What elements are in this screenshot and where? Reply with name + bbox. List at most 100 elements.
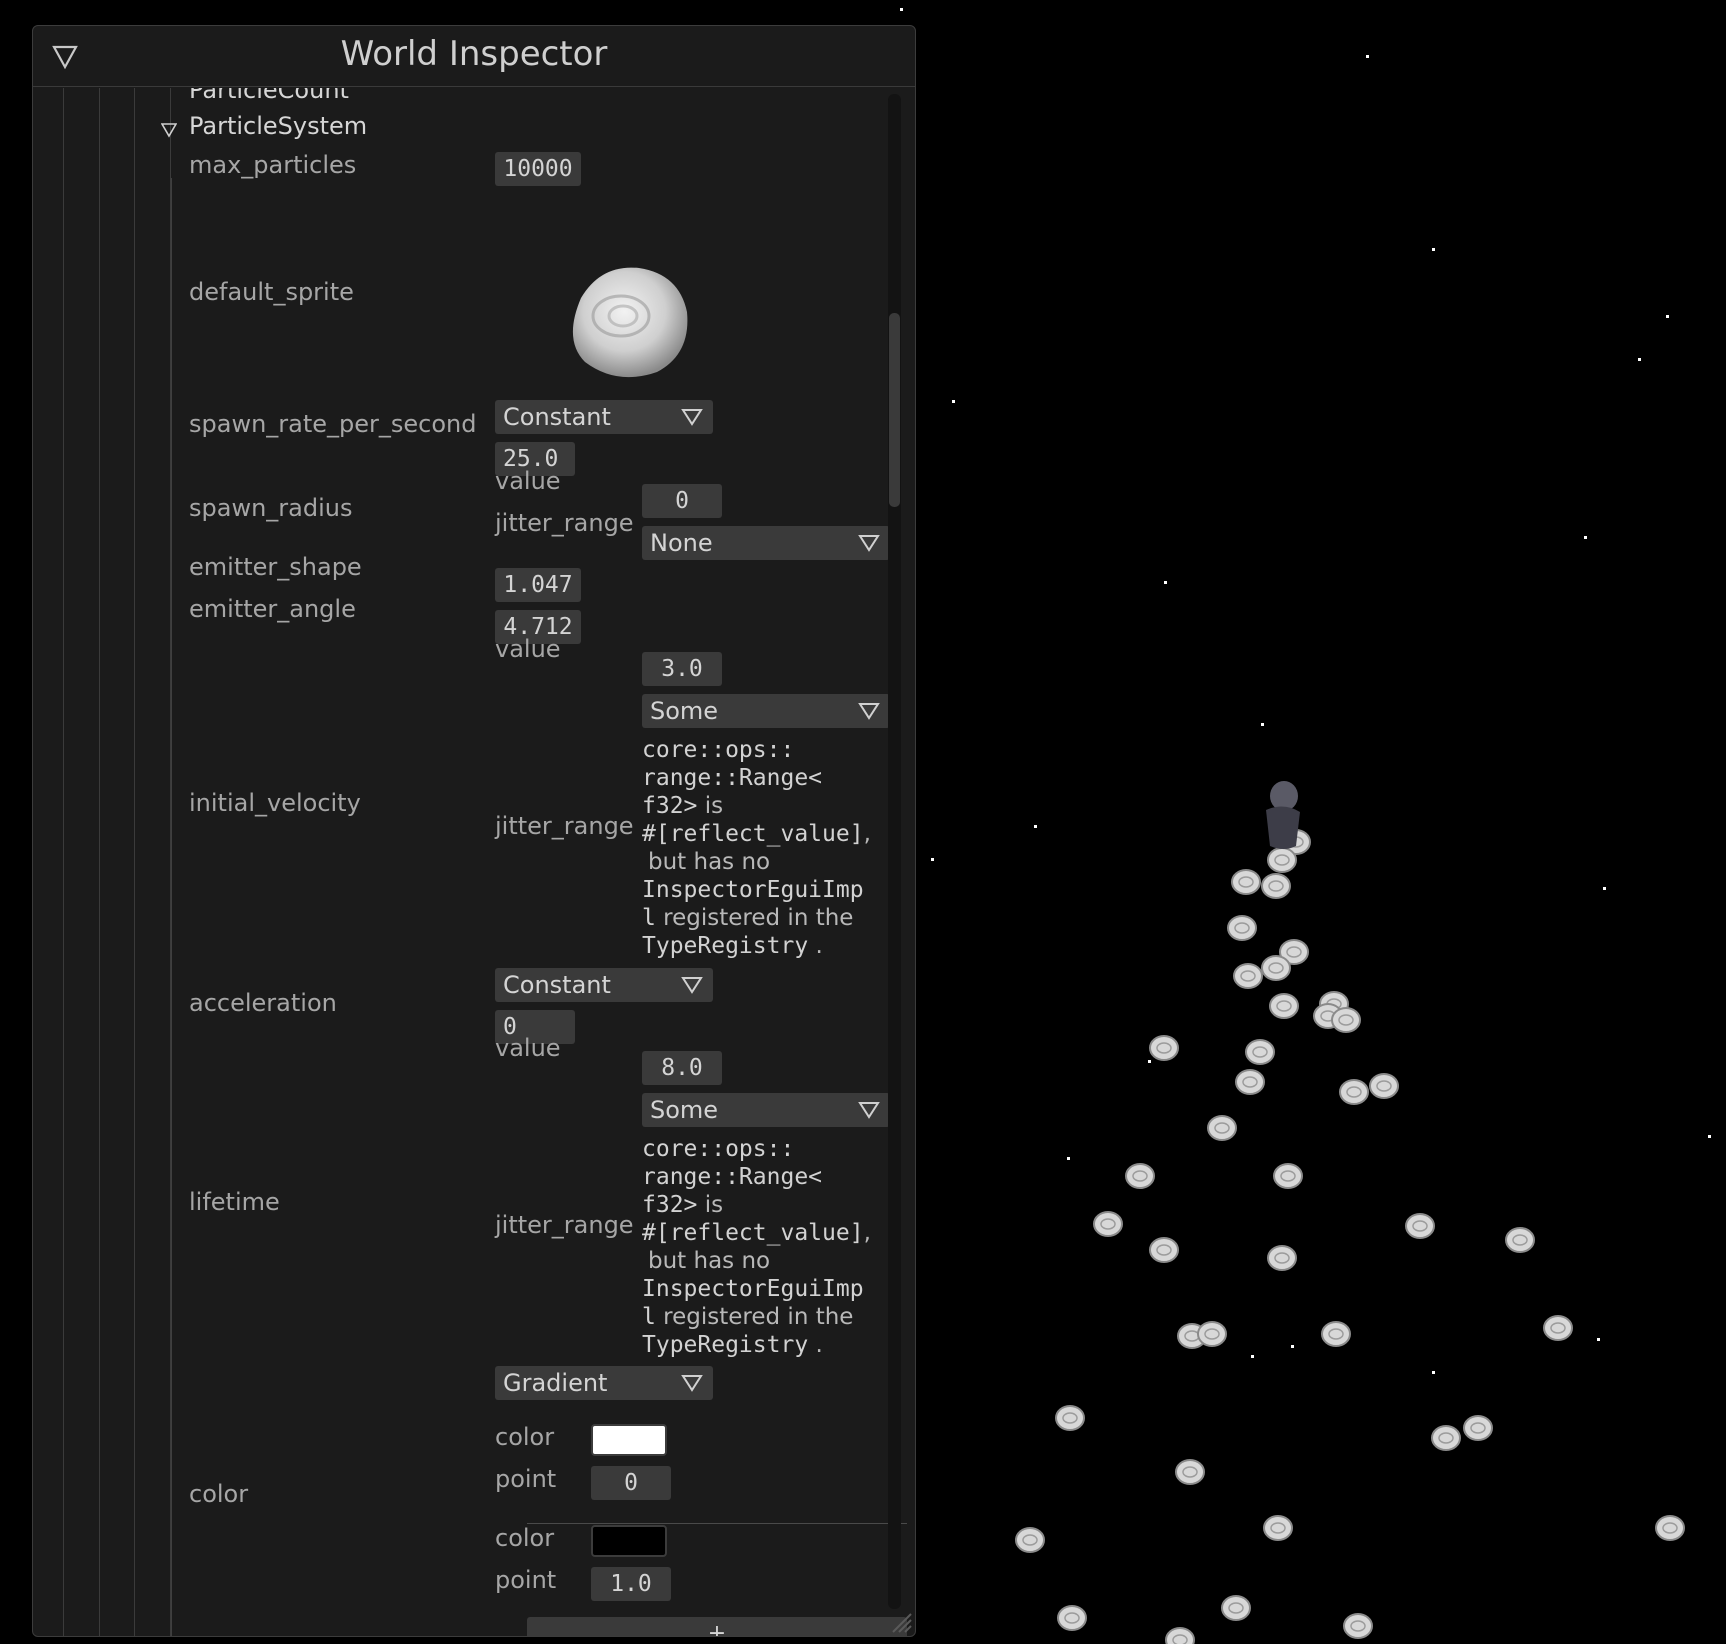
emitter-shape-label: emitter_shape: [189, 553, 362, 581]
color-mode-value: Gradient: [503, 1369, 608, 1397]
particle-sprite: [1273, 1163, 1303, 1189]
gradient-stop-point-input[interactable]: 1.0: [591, 1567, 671, 1601]
lifetime-value-input[interactable]: 8.0: [642, 1051, 722, 1085]
tree-guide-line: [134, 88, 135, 1636]
spawn-rate-mode-dropdown[interactable]: Constant: [495, 400, 713, 434]
particle-sprite: [1149, 1237, 1179, 1263]
gradient-stop-point-input[interactable]: 0: [591, 1466, 671, 1500]
player-character: [1266, 781, 1300, 849]
spawn-radius-jitter-label: jitter_range: [495, 509, 634, 537]
particle-sprite: [1331, 1007, 1361, 1033]
spawn-rate-label: spawn_rate_per_second: [189, 410, 477, 438]
star: [1432, 1371, 1435, 1374]
star: [1366, 55, 1369, 58]
dropdown-arrow-icon: [681, 977, 703, 994]
starfield: [900, 8, 1711, 1374]
gradient-stop-point-label: point: [495, 1566, 557, 1594]
particle-sprite: [1505, 1227, 1535, 1253]
color-label: color: [189, 1480, 249, 1508]
particle-sprite: [1655, 1515, 1685, 1541]
particle-sprite: [1231, 869, 1261, 895]
particle-sprite: [1269, 993, 1299, 1019]
star: [1666, 315, 1669, 318]
initial-velocity-value-input[interactable]: 3.0: [642, 652, 722, 686]
tree-guide-line: [99, 88, 100, 1636]
particle-sprite: [1267, 847, 1297, 873]
spawn-radius-jitter-value: None: [650, 529, 713, 557]
acceleration-mode-dropdown[interactable]: Constant: [495, 968, 713, 1002]
particle-sprite: [1233, 963, 1263, 989]
lifetime-label: lifetime: [189, 1188, 280, 1216]
particle-sprite: [1543, 1315, 1573, 1341]
tree-guide-line: [63, 88, 64, 1636]
particle-sprite: [1339, 1079, 1369, 1105]
gradient-stop-color-label: color: [495, 1423, 555, 1451]
initial-velocity-jitter-label: jitter_range: [495, 812, 634, 840]
particle-sprite: [1267, 1245, 1297, 1271]
dropdown-arrow-icon: [858, 1102, 880, 1119]
spawn-rate-mode-value: Constant: [503, 403, 611, 431]
star: [1148, 1060, 1151, 1063]
gradient-stop-color-swatch[interactable]: [591, 1424, 667, 1456]
star: [1261, 723, 1264, 726]
star: [1067, 1157, 1070, 1160]
star: [1432, 248, 1435, 251]
sprite-preview-image: [572, 267, 688, 378]
particle-sprite: [1405, 1213, 1435, 1239]
star: [1708, 1135, 1711, 1138]
acceleration-label: acceleration: [189, 989, 337, 1017]
star: [952, 400, 955, 403]
particle-sprite: [1175, 1459, 1205, 1485]
lifetime-unsupported-warning: core::ops:: range::Range< f32> is #[refl…: [642, 1136, 871, 1358]
acceleration-mode-value: Constant: [503, 971, 611, 999]
particle-sprite: [1207, 1115, 1237, 1141]
spawn-radius-value-input[interactable]: 0: [642, 484, 722, 518]
particle-sprite: [1261, 873, 1291, 899]
particle-sprite: [1125, 1163, 1155, 1189]
particle-cloud: [1015, 829, 1685, 1644]
add-gradient-stop-button[interactable]: +: [527, 1617, 907, 1636]
emitter-shape-input[interactable]: 1.047: [495, 568, 581, 602]
max-particles-label: max_particles: [189, 151, 357, 179]
star: [1638, 358, 1641, 361]
star: [1291, 1345, 1294, 1348]
default-sprite-label: default_sprite: [189, 278, 354, 306]
particle-sprite: [1263, 1515, 1293, 1541]
particle-sprite: [1245, 1039, 1275, 1065]
particle-sprite: [1235, 1069, 1265, 1095]
initial-velocity-label: initial_velocity: [189, 789, 361, 817]
color-mode-dropdown[interactable]: Gradient: [495, 1366, 713, 1400]
initial-velocity-value-label: value: [495, 635, 561, 663]
spawn-radius-jitter-dropdown[interactable]: None: [642, 526, 890, 560]
max-particles-input[interactable]: 10000: [495, 152, 581, 186]
emitter-angle-label: emitter_angle: [189, 595, 356, 623]
star: [1603, 887, 1606, 890]
spawn-radius-value-label: value: [495, 467, 561, 495]
initial-velocity-jitter-value: Some: [650, 697, 719, 725]
particle-sprite: [1149, 1035, 1179, 1061]
scrollbar-thumb[interactable]: [889, 313, 900, 507]
gradient-stop-point-label: point: [495, 1465, 557, 1493]
particle-sprite: [1197, 1321, 1227, 1347]
particle-sprite: [1227, 915, 1257, 941]
dropdown-arrow-icon: [681, 1375, 703, 1392]
expand-triangle-icon[interactable]: [161, 122, 177, 138]
gradient-stop-color-swatch[interactable]: [591, 1525, 667, 1557]
star: [1584, 536, 1587, 539]
particle-sprite: [1057, 1605, 1087, 1631]
star: [1597, 1338, 1600, 1341]
initial-velocity-jitter-dropdown[interactable]: Some: [642, 694, 890, 728]
star: [1164, 581, 1167, 584]
lifetime-jitter-dropdown[interactable]: Some: [642, 1093, 890, 1127]
particle-sprite: [1431, 1425, 1461, 1451]
spawn-radius-label: spawn_radius: [189, 494, 353, 522]
particle-system-header[interactable]: ParticleSystem: [189, 112, 367, 140]
particle-sprite: [1221, 1595, 1251, 1621]
particle-sprite: [1261, 955, 1291, 981]
star: [931, 858, 934, 861]
title-bar[interactable]: World Inspector: [33, 26, 915, 87]
gradient-stop-separator: [527, 1523, 907, 1524]
resize-grip-icon[interactable]: [887, 1608, 913, 1634]
dropdown-arrow-icon: [858, 703, 880, 720]
initial-velocity-unsupported-warning: core::ops:: range::Range< f32> is #[refl…: [642, 737, 871, 959]
